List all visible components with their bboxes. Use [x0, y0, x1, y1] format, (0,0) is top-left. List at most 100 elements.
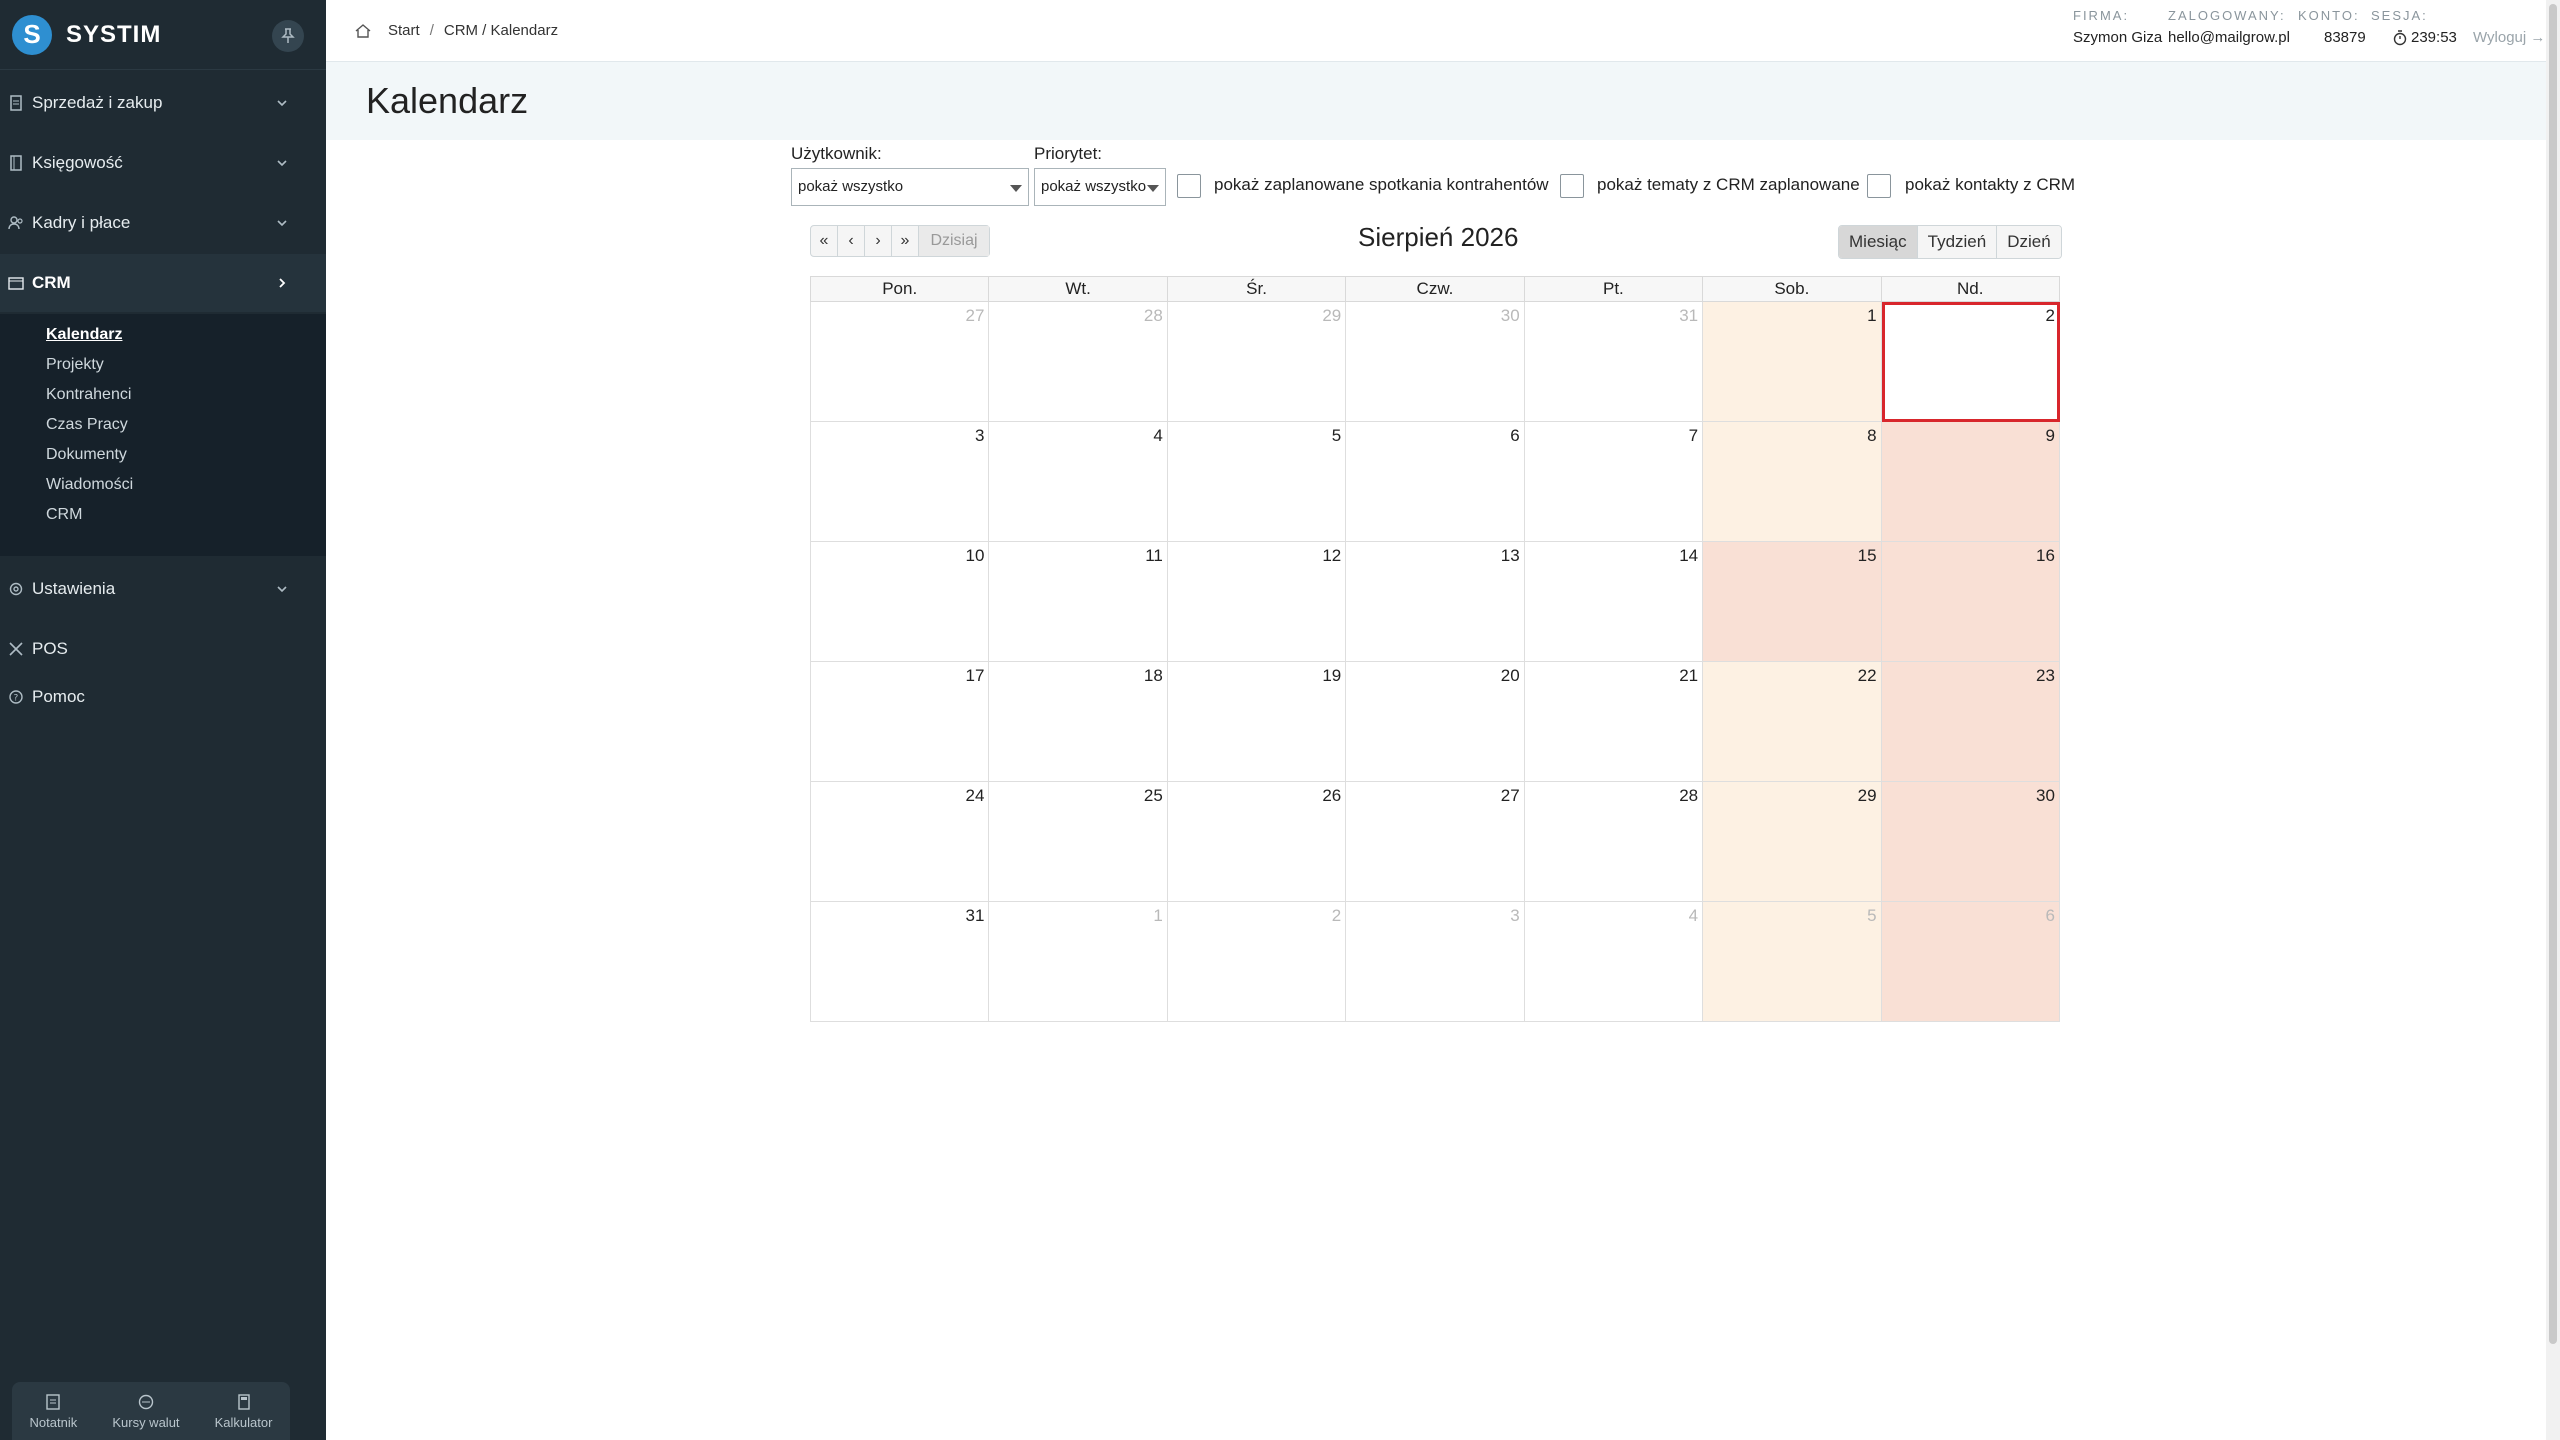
calendar-day-cell[interactable]: 15: [1703, 542, 1882, 662]
calendar-day-cell[interactable]: 31: [810, 902, 990, 1022]
kalkulator-button[interactable]: Kalkulator: [215, 1393, 272, 1430]
calendar-day-cell[interactable]: 24: [810, 782, 990, 902]
day-number: 1: [1867, 306, 1877, 325]
calendar-day-cell[interactable]: 3: [810, 422, 990, 542]
calendar-day-cell[interactable]: 30: [1881, 782, 2060, 902]
calendar-day-cell[interactable]: 12: [1167, 542, 1347, 662]
cb-crm-contacts[interactable]: [1867, 174, 1891, 198]
cb-crm-topics-label[interactable]: pokaż tematy z CRM zaplanowane: [1597, 175, 1860, 195]
calendar-day-cell[interactable]: 27: [810, 302, 990, 422]
day-number: 5: [1331, 426, 1342, 445]
calendar-day-cell[interactable]: 6: [1346, 422, 1525, 542]
cb-crm-contacts-label[interactable]: pokaż kontakty z CRM: [1905, 175, 2075, 195]
submenu-item-crm[interactable]: CRM: [46, 506, 82, 524]
submenu-item-czas-pracy[interactable]: Czas Pracy: [46, 416, 128, 434]
notatnik-button[interactable]: Notatnik: [30, 1393, 77, 1430]
submenu-item-dokumenty[interactable]: Dokumenty: [46, 446, 127, 464]
calendar-day-cell[interactable]: 26: [1167, 782, 1347, 902]
calendar-day-cell[interactable]: 16: [1881, 542, 2060, 662]
priority-select[interactable]: pokaż wszystko: [1034, 168, 1166, 206]
scrollbar-thumb[interactable]: [2549, 4, 2557, 1344]
calendar-icon: [8, 275, 24, 291]
calendar-day-cell[interactable]: 17: [810, 662, 990, 782]
sidebar-item-label: Kadry i płace: [32, 213, 131, 232]
calendar-day-cell[interactable]: 25: [989, 782, 1168, 902]
sidebar-item-crm[interactable]: CRM: [0, 254, 326, 312]
chevron-down-icon: [277, 220, 287, 227]
calendar-day-cell[interactable]: 4: [1524, 902, 1704, 1022]
day-number: 6: [1510, 426, 1520, 445]
sidebar-item-kadry[interactable]: Kadry i płace: [0, 194, 326, 252]
sidebar-item-ustawienia[interactable]: Ustawienia: [0, 560, 326, 618]
caret-down-icon: [1010, 185, 1022, 192]
sidebar-item-sprzedaz[interactable]: Sprzedaż i zakup: [0, 74, 326, 132]
next-month-button[interactable]: ›: [865, 226, 892, 256]
cb-crm-topics[interactable]: [1560, 174, 1584, 198]
pin-icon: [281, 28, 295, 43]
kursy-walut-button[interactable]: Kursy walut: [112, 1393, 180, 1430]
home-icon[interactable]: [354, 23, 372, 39]
today-button[interactable]: Dzisiaj: [919, 226, 989, 256]
view-month-button[interactable]: Miesiąc: [1839, 226, 1918, 258]
calendar-day-cell[interactable]: 5: [1167, 422, 1347, 542]
cb-scheduled-meetings-label[interactable]: pokaż zaplanowane spotkania kontrahentów: [1214, 175, 1549, 195]
submenu-item-kalendarz[interactable]: Kalendarz: [46, 326, 122, 344]
konto-label: KONTO:: [2298, 8, 2360, 23]
breadcrumb-start[interactable]: Start: [388, 22, 420, 39]
calendar-day-cell[interactable]: 18: [989, 662, 1168, 782]
calendar-day-cell[interactable]: 11: [989, 542, 1168, 662]
day-number: 31: [965, 906, 985, 925]
cb-scheduled-meetings[interactable]: [1177, 174, 1201, 198]
breadcrumb-separator: /: [429, 22, 434, 39]
submenu-item-projekty[interactable]: Projekty: [46, 356, 104, 374]
currency-icon: [138, 1394, 154, 1409]
calendar-day-cell[interactable]: 7: [1524, 422, 1704, 542]
calendar-day-cell[interactable]: 13: [1346, 542, 1525, 662]
page-title: Kalendarz: [366, 80, 529, 121]
calendar-day-cell[interactable]: 22: [1703, 662, 1882, 782]
receipt-icon: [8, 95, 24, 111]
submenu-item-wiadomosci[interactable]: Wiadomości: [46, 476, 133, 494]
logout-link[interactable]: Wyloguj →: [2473, 29, 2545, 46]
sidebar-item-pomoc[interactable]: ? Pomoc: [0, 668, 326, 726]
day-number: 28: [1143, 306, 1163, 325]
calendar-day-cell[interactable]: 29: [1703, 782, 1882, 902]
calendar-day-cell[interactable]: 8: [1703, 422, 1882, 542]
calendar-day-cell[interactable]: 4: [989, 422, 1168, 542]
users-icon: [8, 215, 24, 231]
calendar-day-cell[interactable]: 1: [989, 902, 1168, 1022]
view-day-button[interactable]: Dzień: [1997, 226, 2061, 258]
calendar-day-cell[interactable]: 30: [1346, 302, 1525, 422]
calendar-day-cell[interactable]: 27: [1346, 782, 1525, 902]
calendar-day-cell[interactable]: 23: [1881, 662, 2060, 782]
sidebar-item-label: POS: [32, 639, 68, 658]
next-year-button[interactable]: »: [892, 226, 919, 256]
calendar-day-cell[interactable]: 3: [1346, 902, 1525, 1022]
sidebar-item-ksiegowosc[interactable]: Księgowość: [0, 134, 326, 192]
calendar-day-cell[interactable]: 10: [810, 542, 990, 662]
submenu-item-kontrahenci[interactable]: Kontrahenci: [46, 386, 131, 404]
breadcrumb-path[interactable]: CRM / Kalendarz: [444, 22, 558, 39]
pin-sidebar-button[interactable]: [272, 20, 304, 52]
calendar-day-cell[interactable]: 2: [1167, 902, 1347, 1022]
calendar-day-cell[interactable]: 9: [1881, 422, 2060, 542]
calendar-day-cell[interactable]: 6: [1881, 902, 2060, 1022]
calendar-day-cell[interactable]: 28: [1524, 782, 1704, 902]
calendar-title: Sierpień 2026: [1358, 222, 1519, 252]
user-select[interactable]: pokaż wszystko: [791, 168, 1029, 206]
calendar-day-cell[interactable]: 14: [1524, 542, 1704, 662]
calendar-day-cell[interactable]: 19: [1167, 662, 1347, 782]
calendar-day-cell[interactable]: 28: [989, 302, 1168, 422]
prev-year-button[interactable]: «: [811, 226, 838, 256]
calendar-day-cell[interactable]: 20: [1346, 662, 1525, 782]
breadcrumb: Start / CRM / Kalendarz: [354, 22, 558, 39]
calendar-day-cell[interactable]: 31: [1524, 302, 1704, 422]
calendar-day-cell[interactable]: 5: [1703, 902, 1882, 1022]
calendar-day-cell[interactable]: 21: [1524, 662, 1704, 782]
prev-month-button[interactable]: ‹: [838, 226, 865, 256]
sesja-label: SESJA:: [2371, 8, 2428, 23]
calendar-day-cell[interactable]: 2: [1881, 302, 2060, 422]
calendar-day-cell[interactable]: 29: [1167, 302, 1347, 422]
calendar-day-cell[interactable]: 1: [1703, 302, 1882, 422]
view-week-button[interactable]: Tydzień: [1917, 226, 1998, 258]
